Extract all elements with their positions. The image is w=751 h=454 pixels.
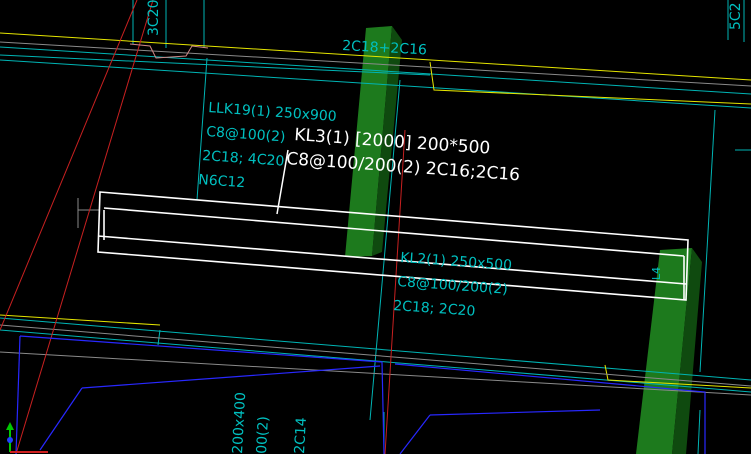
blue-slab-lines	[15, 335, 706, 454]
label-bottom-stirrup: 00(2)	[254, 416, 272, 454]
green-column-bottom[interactable]	[636, 248, 702, 454]
label-kl2-stirrup: C8@100/200(2)	[397, 274, 509, 298]
cad-viewport[interactable]: 3C20 5C2 2C18+2C16 LLK19(1) 250x900 C8@1…	[0, 0, 751, 454]
label-llk-stirrup: C8@100(2)	[206, 124, 286, 145]
label-bottom-beam: 200x400	[230, 392, 249, 454]
selected-beam-kl3[interactable]	[97, 191, 689, 301]
drawing-canvas[interactable]: 3C20 5C2 2C18+2C16 LLK19(1) 250x900 C8@1…	[0, 0, 751, 454]
label-top-col-right: 5C2	[728, 2, 744, 30]
label-top-col-left: 3C20	[146, 0, 162, 36]
label-kl2-rebar: 2C18; 2C20	[393, 298, 476, 320]
label-llk-rebar: 2C18; 4C20	[202, 148, 285, 170]
label-llk-title: LLK19(1) 250x900	[208, 100, 337, 125]
label-side-mark: L4	[650, 267, 663, 280]
label-bottom-rebar: 2C14	[292, 417, 310, 454]
label-kl2-title: KL2(1) 250x500	[400, 250, 513, 274]
label-llk-side: N6C12	[198, 172, 246, 191]
